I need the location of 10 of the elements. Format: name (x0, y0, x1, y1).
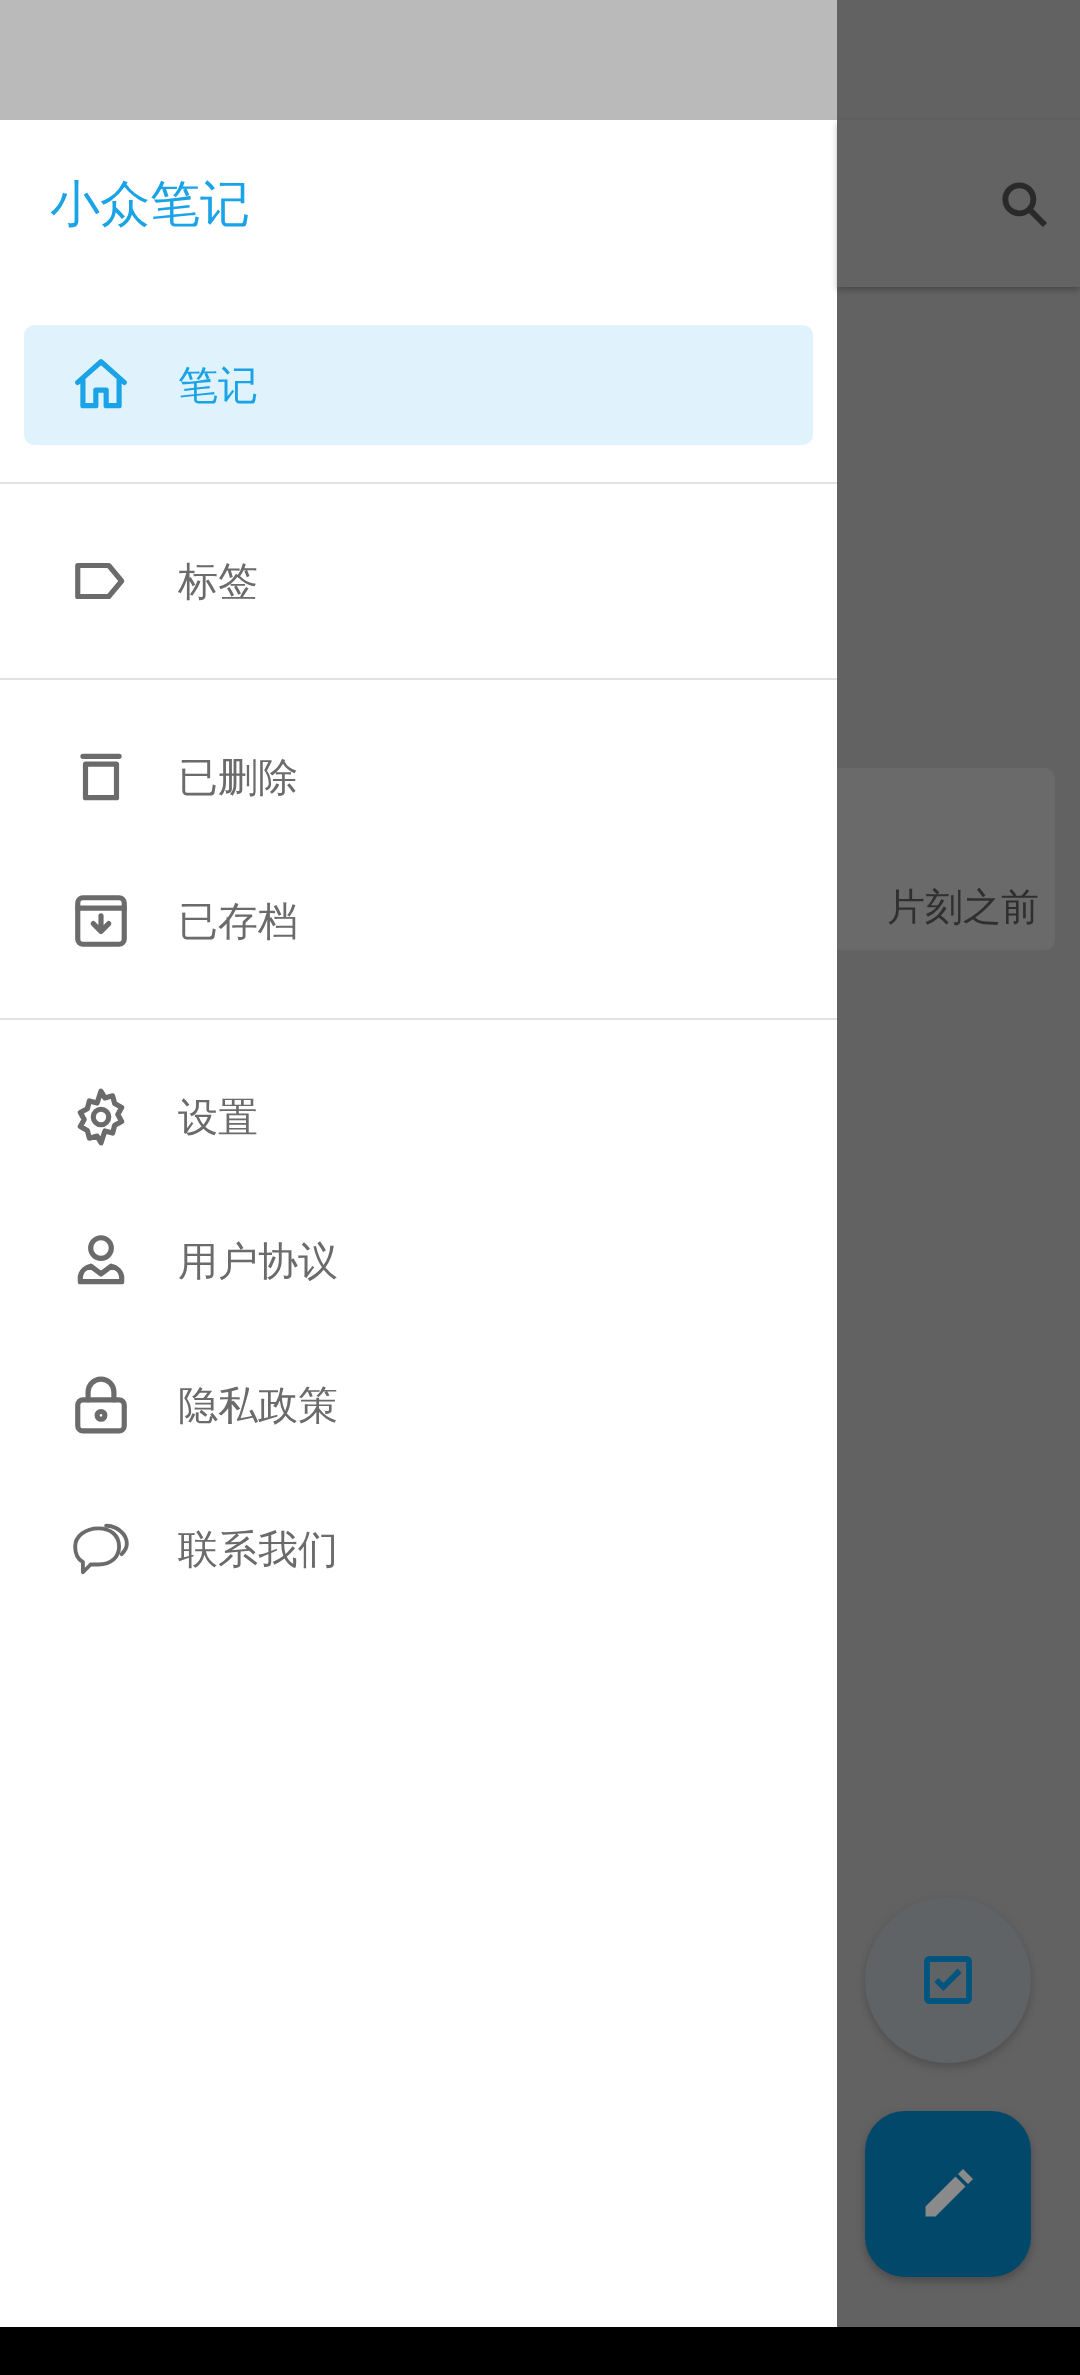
drawer-item[interactable]: 用户协议 (24, 1201, 813, 1321)
drawer-item[interactable]: 已存档 (24, 861, 813, 981)
note-time: 片刻之前 (887, 884, 1039, 931)
new-note-button[interactable] (865, 2111, 1031, 2277)
drawer-item[interactable]: 隐私政策 (24, 1345, 813, 1465)
drawer-item[interactable]: 标签 (24, 521, 813, 641)
drawer-item[interactable]: 设置 (24, 1057, 813, 1177)
drawer-item[interactable]: 已删除 (24, 717, 813, 837)
drawer-item[interactable]: 联系我们 (24, 1489, 813, 1609)
app-title: 小众笔记 (50, 173, 250, 235)
